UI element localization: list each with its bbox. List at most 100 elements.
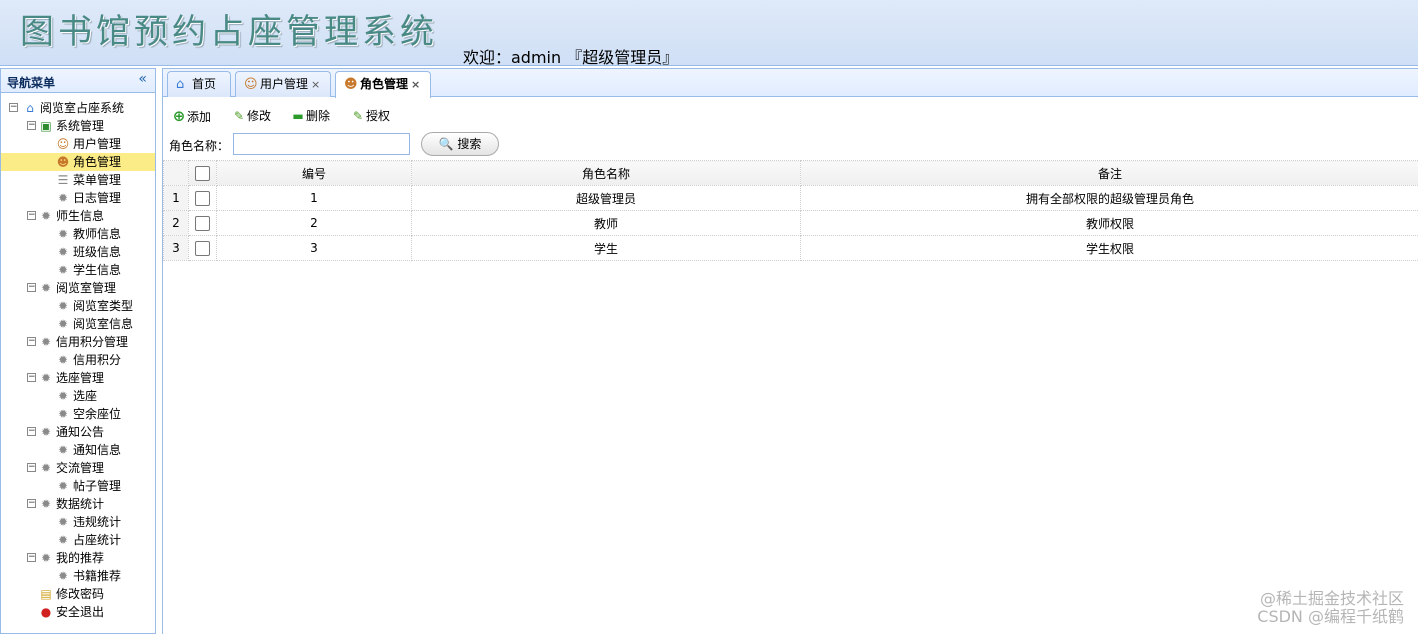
sidebar-item[interactable]: − ✹ 选座管理	[1, 369, 155, 387]
authorize-button[interactable]: ✎ 授权	[350, 107, 390, 125]
gear-icon: ✹	[57, 407, 69, 421]
select-all-checkbox[interactable]	[195, 165, 210, 181]
tab-label: 首页	[192, 77, 217, 91]
sidebar-item[interactable]: ✹ 选座	[1, 387, 155, 405]
app-header: 图书馆预约占座管理系统 欢迎：admin 『超级管理员』	[0, 0, 1418, 67]
search-button[interactable]: 🔍 搜索	[421, 132, 499, 156]
sidebar-item-label: 选座管理	[56, 371, 105, 385]
sidebar-item[interactable]: ✹ 阅览室类型	[1, 297, 155, 315]
sidebar-item[interactable]: ✹ 教师信息	[1, 225, 155, 243]
collapse-left-icon[interactable]: «	[138, 71, 147, 87]
sidebar-item[interactable]: − ✹ 数据统计	[1, 495, 155, 513]
sidebar-item-label: 数据统计	[56, 497, 105, 511]
collapse-toggle-icon[interactable]: −	[27, 121, 36, 130]
role-name-input[interactable]	[233, 133, 410, 155]
column-header-id[interactable]: 编号	[216, 160, 412, 186]
gear-icon: ✹	[57, 263, 69, 277]
sidebar-item[interactable]: ☺ 用户管理	[1, 135, 155, 153]
sidebar-title: 导航菜单	[7, 76, 56, 90]
sidebar-item-label: 阅览室信息	[73, 317, 134, 331]
sidebar-item-label: 系统管理	[56, 119, 105, 133]
delete-button[interactable]: ▬ 删除	[290, 107, 330, 125]
row-number-cell: 3	[163, 235, 189, 261]
collapse-toggle-icon[interactable]: −	[27, 463, 36, 472]
id-cell: 3	[216, 235, 412, 261]
sidebar-item-label: 信用积分	[73, 353, 122, 367]
id-cell: 2	[216, 210, 412, 236]
sidebar-item[interactable]: ✹ 班级信息	[1, 243, 155, 261]
sidebar-item[interactable]: − ✹ 通知公告	[1, 423, 155, 441]
sidebar-item[interactable]: ▤ 修改密码	[1, 585, 155, 603]
tab-2[interactable]: ☻ 角色管理 ×	[335, 71, 431, 98]
sidebar-item[interactable]: − ✹ 我的推荐	[1, 549, 155, 567]
collapse-toggle-icon[interactable]: −	[27, 427, 36, 436]
sidebar-item[interactable]: ✹ 占座统计	[1, 531, 155, 549]
row-checkbox[interactable]	[195, 215, 210, 231]
sidebar-item-label: 阅览室占座系统	[40, 101, 125, 115]
remark-cell: 教师权限	[800, 210, 1418, 236]
close-icon[interactable]: ×	[311, 78, 320, 91]
row-select-cell	[188, 185, 217, 211]
gear-icon: ✹	[40, 209, 52, 223]
collapse-toggle-icon[interactable]: −	[9, 103, 18, 112]
sidebar-item-label: 我的推荐	[56, 551, 105, 565]
sidebar-item[interactable]: ✹ 书籍推荐	[1, 567, 155, 585]
sidebar-item[interactable]: ✹ 日志管理	[1, 189, 155, 207]
collapse-toggle-icon[interactable]: −	[27, 553, 36, 562]
table-row[interactable]: 3 3 学生 学生权限	[163, 235, 1418, 261]
user-icon: ☺	[56, 137, 70, 151]
close-icon[interactable]: ×	[411, 78, 420, 91]
sidebar-item[interactable]: ✹ 违规统计	[1, 513, 155, 531]
table-row[interactable]: 2 2 教师 教师权限	[163, 210, 1418, 236]
gear-icon: ✹	[40, 461, 52, 475]
edit-button-label: 修改	[247, 109, 272, 123]
gear-icon: ✹	[57, 353, 69, 367]
sidebar-item[interactable]: ✹ 学生信息	[1, 261, 155, 279]
sidebar-item[interactable]: − ✹ 阅览室管理	[1, 279, 155, 297]
gear-icon: ✹	[57, 515, 69, 529]
sidebar-item[interactable]: ☻ 角色管理	[1, 153, 155, 171]
sidebar-item[interactable]: − ⌂ 阅览室占座系统	[1, 99, 155, 117]
toolbar: ⊕ 添加 ✎ 修改 ▬ 删除 ✎ 授权	[163, 101, 1418, 129]
tab-0[interactable]: ⌂ 首页	[167, 71, 231, 97]
table-row[interactable]: 1 1 超级管理员 拥有全部权限的超级管理员角色	[163, 185, 1418, 211]
sidebar-item[interactable]: − ▣ 系统管理	[1, 117, 155, 135]
sidebar-item-label: 交流管理	[56, 461, 105, 475]
gear-icon: ✹	[40, 335, 52, 349]
sidebar-item[interactable]: − ✹ 信用积分管理	[1, 333, 155, 351]
column-header-name[interactable]: 角色名称	[411, 160, 801, 186]
sidebar-item[interactable]: ✹ 帖子管理	[1, 477, 155, 495]
edit-button[interactable]: ✎ 修改	[231, 107, 271, 125]
app-title: 图书馆预约占座管理系统	[20, 12, 438, 52]
row-checkbox[interactable]	[195, 240, 210, 256]
sidebar-item[interactable]: ✹ 阅览室信息	[1, 315, 155, 333]
collapse-toggle-icon[interactable]: −	[27, 499, 36, 508]
sidebar-item-label: 学生信息	[73, 263, 122, 277]
watermark-line1: @稀土掘金技术社区	[1259, 589, 1404, 608]
collapse-toggle-icon[interactable]: −	[27, 337, 36, 346]
gear-icon: ✹	[40, 497, 52, 511]
sidebar-item[interactable]: − ✹ 交流管理	[1, 459, 155, 477]
sidebar-item-label: 菜单管理	[73, 173, 122, 187]
collapse-toggle-icon[interactable]: −	[27, 211, 36, 220]
gear-icon: ✹	[40, 281, 52, 295]
delete-button-label: 删除	[306, 109, 331, 123]
add-button[interactable]: ⊕ 添加	[171, 107, 211, 125]
nav-sidebar: 导航菜单 « − ⌂ 阅览室占座系统 − ▣ 系统管理 ☺ 用户管理 ☻ 角色管理 ☰ 菜单管理 ✹ 日志…	[0, 68, 156, 634]
gear-icon: ✹	[57, 317, 69, 331]
tab-1[interactable]: ☺ 用户管理 ×	[235, 71, 331, 97]
sidebar-item[interactable]: ✹ 通知信息	[1, 441, 155, 459]
sidebar-item[interactable]: ✹ 信用积分	[1, 351, 155, 369]
sidebar-item-label: 书籍推荐	[73, 569, 122, 583]
sidebar-item[interactable]: ✹ 空余座位	[1, 405, 155, 423]
sidebar-item[interactable]: ☰ 菜单管理	[1, 171, 155, 189]
sidebar-item-label: 日志管理	[73, 191, 122, 205]
search-label: 角色名称：	[169, 139, 230, 153]
sidebar-item[interactable]: ● 安全退出	[1, 603, 155, 621]
sidebar-item[interactable]: − ✹ 师生信息	[1, 207, 155, 225]
gear-icon: ✹	[57, 245, 69, 259]
collapse-toggle-icon[interactable]: −	[27, 373, 36, 382]
row-checkbox[interactable]	[195, 190, 210, 206]
collapse-toggle-icon[interactable]: −	[27, 283, 36, 292]
column-header-remark[interactable]: 备注	[800, 160, 1418, 186]
